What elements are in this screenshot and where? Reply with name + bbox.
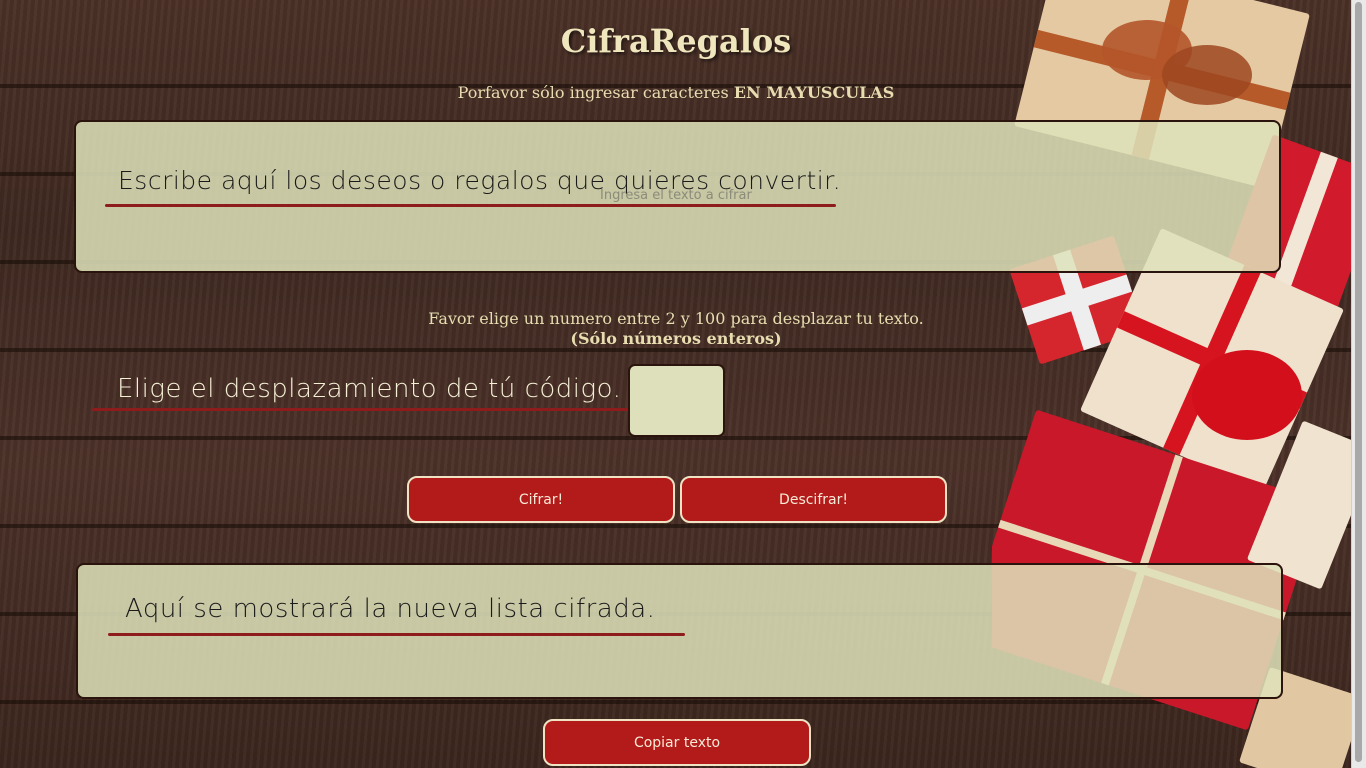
input-label-underline: [105, 204, 836, 207]
output-label-underline: [108, 633, 685, 636]
shift-instructions: Favor elige un numero entre 2 y 100 para…: [0, 309, 1352, 349]
uppercase-instruction-emphasis: EN MAYUSCULAS: [733, 83, 895, 102]
uppercase-instruction-text: Porfavor sólo ingresar caracteres: [457, 83, 734, 102]
scrollbar-thumb[interactable]: [1355, 2, 1362, 762]
copy-text-button[interactable]: Copiar texto: [543, 719, 811, 766]
shift-instruction-text: Favor elige un numero entre 2 y 100 para…: [428, 309, 924, 328]
input-placeholder: Ingresa el texto a cifrar: [600, 188, 752, 203]
page-scrollbar[interactable]: [1351, 0, 1366, 768]
shift-label-underline: [92, 408, 632, 411]
uppercase-instruction: Porfavor sólo ingresar caracteres EN MAY…: [0, 83, 1352, 102]
decrypt-button[interactable]: Descifrar!: [680, 476, 947, 523]
shift-label: Elige el desplazamiento de tú código.: [117, 374, 622, 404]
output-text-area[interactable]: [76, 563, 1283, 699]
page-title: CifraRegalos: [560, 22, 792, 60]
output-area-label: Aquí se mostrará la nueva lista cifrada.: [125, 594, 656, 624]
encrypt-button[interactable]: Cifrar!: [407, 476, 675, 523]
shift-number-input[interactable]: [628, 364, 725, 437]
shift-instruction-note: (Sólo números enteros): [570, 329, 782, 348]
